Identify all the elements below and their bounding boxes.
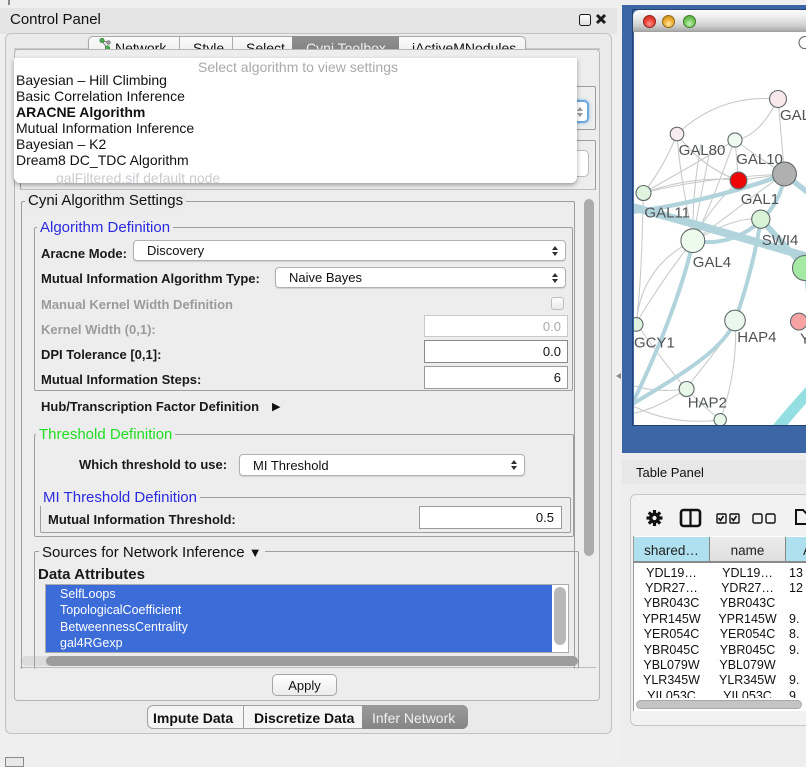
svg-text:GAL: GAL <box>780 107 806 124</box>
svg-text:HAP2: HAP2 <box>688 395 727 412</box>
svg-text:HAP4: HAP4 <box>737 329 776 346</box>
svg-text:Y: Y <box>800 331 806 348</box>
svg-text:GAL4: GAL4 <box>693 254 731 271</box>
svg-text:SWI4: SWI4 <box>762 232 799 249</box>
svg-text:GAL11: GAL11 <box>644 205 690 222</box>
svg-text:GAL1: GAL1 <box>741 191 779 208</box>
svg-text:GCY1: GCY1 <box>634 334 675 351</box>
svg-text:GAL80: GAL80 <box>679 142 726 159</box>
svg-text:GAL10: GAL10 <box>736 151 783 168</box>
